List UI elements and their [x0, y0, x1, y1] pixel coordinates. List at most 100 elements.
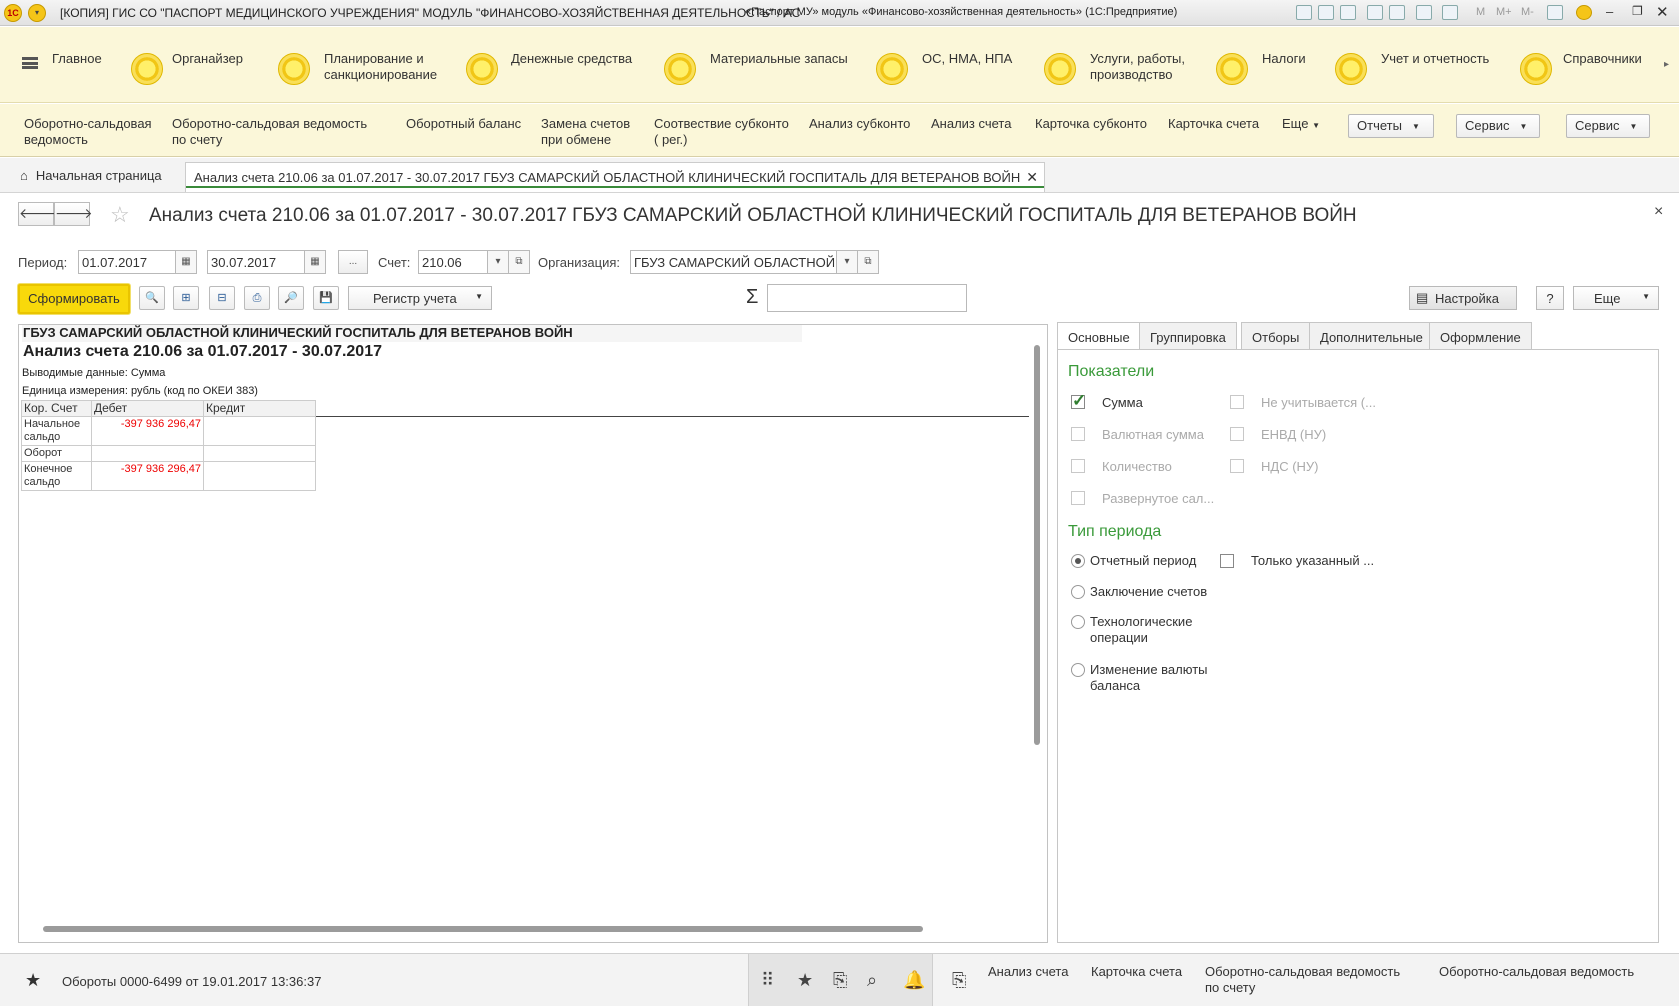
link-icon[interactable] — [1367, 5, 1383, 20]
expand-groups-icon[interactable]: ⊞ — [173, 286, 199, 310]
service-button[interactable]: Сервис ▼ — [1456, 114, 1540, 138]
section-services[interactable]: Услуги, работы, производство — [1090, 51, 1200, 83]
indicator-currency-checkbox[interactable] — [1071, 427, 1085, 441]
func-osv[interactable]: Оборотно-сальдовая ведомость — [24, 116, 154, 148]
account-field[interactable]: 210.06 — [418, 250, 488, 274]
close-tab-icon[interactable]: ✕ — [1026, 169, 1038, 186]
section-icon[interactable] — [466, 53, 498, 85]
credit-cell[interactable] — [203, 461, 316, 491]
history-entry[interactable]: Обороты 0000-6499 от 19.01.2017 13:36:37 — [62, 974, 321, 989]
tab-home[interactable]: ⌂ Начальная страница — [14, 162, 170, 189]
tab-main[interactable]: Основные — [1057, 322, 1141, 350]
menu-icon[interactable] — [22, 57, 38, 69]
memory-plus-button[interactable]: M+ — [1496, 6, 1512, 18]
bottom-link-account-card[interactable]: Карточка счета — [1091, 964, 1182, 980]
func-replace-accounts[interactable]: Замена счетов при обмене — [541, 116, 641, 148]
period-type-radio-currency[interactable] — [1071, 663, 1085, 677]
favorites-icon[interactable]: ★ — [797, 970, 813, 991]
tab-filters[interactable]: Отборы — [1241, 322, 1311, 350]
preview-icon[interactable] — [1340, 5, 1356, 20]
organization-field[interactable]: ГБУЗ САМАРСКИЙ ОБЛАСТНОЙ — [630, 250, 838, 274]
memory-minus-button[interactable]: M- — [1521, 6, 1534, 18]
credit-cell[interactable] — [203, 416, 316, 446]
period-type-radio-closing[interactable] — [1071, 585, 1085, 599]
section-assets[interactable]: ОС, НМА, НПА — [922, 51, 1012, 67]
calendar-icon[interactable] — [1442, 5, 1458, 20]
section-icon[interactable] — [664, 53, 696, 85]
save-icon[interactable]: 💾 — [313, 286, 339, 310]
tab-additional[interactable]: Дополнительные — [1309, 322, 1434, 350]
search-icon[interactable]: ⌕ — [867, 970, 877, 991]
scroll-thumb[interactable] — [1034, 345, 1040, 745]
favorite-star-icon[interactable]: ☆ — [110, 202, 130, 228]
row-label[interactable]: Конечное сальдо — [21, 461, 92, 491]
horizontal-scrollbar[interactable] — [23, 923, 1033, 935]
info-icon[interactable] — [1576, 5, 1592, 20]
section-taxes[interactable]: Налоги — [1262, 51, 1306, 67]
section-icon[interactable] — [278, 53, 310, 85]
bottom-link-osv-account[interactable]: Оборотно-сальдовая ведомость по счету — [1205, 964, 1415, 996]
indicator-notaccounted-checkbox[interactable] — [1230, 395, 1244, 409]
maximize-icon[interactable]: ❐ — [1632, 4, 1643, 18]
calendar-icon[interactable]: ▦ — [175, 250, 197, 274]
bottom-link-account-analysis[interactable]: Анализ счета — [988, 964, 1068, 980]
print-icon[interactable] — [1318, 5, 1334, 20]
section-main[interactable]: Главное — [52, 51, 102, 67]
scroll-thumb[interactable] — [43, 926, 923, 932]
memory-m-button[interactable]: M — [1476, 6, 1485, 18]
back-button[interactable]: 🡐 — [18, 202, 57, 226]
section-icon[interactable] — [131, 53, 163, 85]
row-label[interactable]: Оборот — [21, 445, 92, 462]
indicator-vat-checkbox[interactable] — [1230, 459, 1244, 473]
section-icon[interactable] — [876, 53, 908, 85]
section-icon[interactable] — [1520, 53, 1552, 85]
section-icon[interactable] — [1044, 53, 1076, 85]
panels-icon[interactable] — [1547, 5, 1563, 20]
section-planning[interactable]: Планирование и санкционирование — [324, 51, 454, 83]
calendar-icon[interactable]: ▦ — [304, 250, 326, 274]
period-choose-button[interactable]: ... — [338, 250, 368, 274]
scroll-right-icon[interactable]: ▸ — [1664, 59, 1669, 70]
func-account-analysis[interactable]: Анализ счета — [931, 116, 1011, 132]
func-subconto-map[interactable]: Соотвествие субконто ( рег.) — [654, 116, 794, 148]
tab-grouping[interactable]: Группировка — [1139, 322, 1237, 350]
service-button-2[interactable]: Сервис ▼ — [1566, 114, 1650, 138]
app-logo-icon[interactable]: 1С — [4, 4, 22, 22]
calculator-icon[interactable] — [1416, 5, 1432, 20]
open-icon[interactable]: ⧉ — [508, 250, 530, 274]
table-row[interactable]: Начальное сальдо -397 936 296,47 — [21, 416, 316, 446]
section-organizer[interactable]: Органайзер — [172, 51, 243, 67]
table-row[interactable]: Оборот — [21, 445, 316, 462]
reports-button[interactable]: Отчеты ▼ — [1348, 114, 1434, 138]
mail-icon[interactable] — [1389, 5, 1405, 20]
func-more[interactable]: Еще ▼ — [1282, 116, 1320, 134]
collapse-groups-icon[interactable]: ⊟ — [209, 286, 235, 310]
tab-account-analysis[interactable]: Анализ счета 210.06 за 01.07.2017 - 30.0… — [185, 162, 1045, 192]
period-type-radio-technological[interactable] — [1071, 615, 1085, 629]
selection-sum-field[interactable] — [767, 284, 967, 312]
save-icon[interactable] — [1296, 5, 1312, 20]
vertical-scrollbar[interactable] — [1031, 331, 1043, 921]
indicator-expanded-checkbox[interactable] — [1071, 491, 1085, 505]
register-button[interactable]: Регистр учета ▼ — [348, 286, 492, 310]
func-osv-account[interactable]: Оборотно-сальдовая ведомость по счету — [172, 116, 372, 148]
tab-appearance[interactable]: Оформление — [1429, 322, 1532, 350]
help-button[interactable]: ? — [1536, 286, 1564, 310]
preview-icon[interactable]: 🔎 — [278, 286, 304, 310]
credit-cell[interactable] — [203, 445, 316, 462]
grid-icon[interactable]: ⠿ — [761, 970, 774, 991]
date-to-field[interactable]: 30.07.2017 — [207, 250, 305, 274]
settings-button[interactable]: ▤ Настройка — [1409, 286, 1517, 310]
forward-button[interactable]: 🡒 — [54, 202, 93, 226]
func-account-card[interactable]: Карточка счета — [1168, 116, 1259, 132]
chevron-down-icon[interactable]: ▾ — [836, 250, 858, 274]
bottom-link-osv[interactable]: Оборотно-сальдовая ведомость — [1439, 964, 1634, 980]
chevron-down-icon[interactable]: ▾ — [487, 250, 509, 274]
section-cash[interactable]: Денежные средства — [511, 51, 632, 67]
indicator-quantity-checkbox[interactable] — [1071, 459, 1085, 473]
indicator-sum-checkbox[interactable] — [1071, 391, 1086, 411]
main-menu-icon[interactable]: ▾ — [28, 4, 46, 22]
func-subconto-card[interactable]: Карточка субконто — [1035, 116, 1147, 132]
func-turnover-balance[interactable]: Оборотный баланс — [406, 116, 521, 132]
debit-cell[interactable] — [91, 445, 204, 462]
